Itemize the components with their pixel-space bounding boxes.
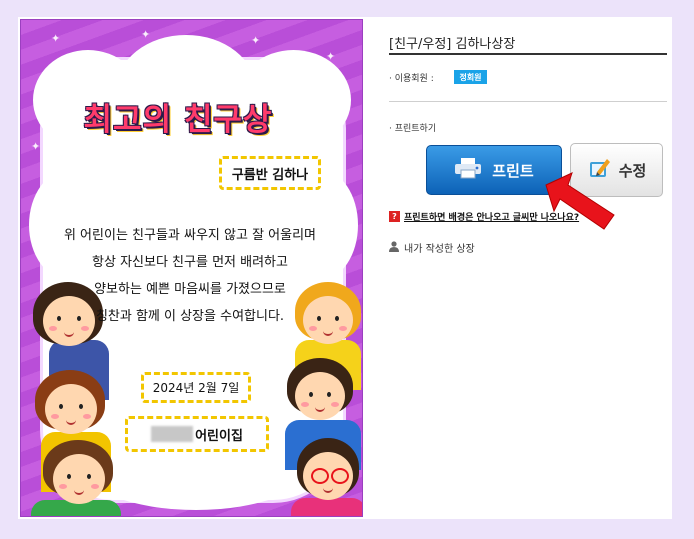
print-button-label: 프린트 (492, 161, 534, 180)
school-suffix: 어린이집 (195, 428, 243, 444)
body-line: 항상 자신보다 친구를 먼저 배려하고 (92, 255, 288, 270)
star-icon: ✦ (141, 28, 151, 41)
school-name: 어린이집 (125, 416, 269, 452)
certificate-title: 최고의 친구상 (83, 102, 273, 138)
edit-button-label: 수정 (618, 161, 647, 180)
title-divider (389, 53, 667, 55)
my-awards-label: 내가 작성한 상장 (404, 244, 475, 255)
kid-illustration (31, 440, 131, 516)
printer-icon (454, 157, 482, 183)
certificate-date: 2024년 2월 7일 (141, 372, 251, 403)
body-line: 위 어린이는 친구들과 싸우지 않고 잘 어울리며 (63, 228, 317, 243)
user-icon (389, 240, 399, 255)
member-badge: 정회원 (454, 70, 487, 84)
star-icon: ✦ (51, 32, 61, 45)
redacted-name (151, 426, 194, 442)
my-awards-link[interactable]: 내가 작성한 상장 (389, 240, 475, 255)
star-icon: ✦ (31, 140, 41, 153)
certificate-body: 위 어린이는 친구들과 싸우지 않고 잘 어울리며 항상 자신보다 친구를 먼저… (40, 222, 340, 330)
kid-illustration (291, 438, 362, 516)
body-line: 칭찬과 함께 이 상장을 수여합니다. (95, 309, 285, 324)
section-divider (389, 101, 667, 102)
star-icon: ✦ (251, 34, 261, 47)
recipient-name: 구름반 김하나 (219, 156, 321, 190)
question-icon: ? (389, 211, 400, 222)
print-section-label: · 프린트하기 (389, 124, 437, 134)
body-line: 양보하는 예쁜 마음씨를 가졌으므로 (94, 282, 286, 297)
red-arrow-icon (545, 172, 615, 230)
member-label: · 이용회원 : (389, 74, 434, 84)
page-title: [친구/우정] 김하나상장 (389, 37, 516, 52)
